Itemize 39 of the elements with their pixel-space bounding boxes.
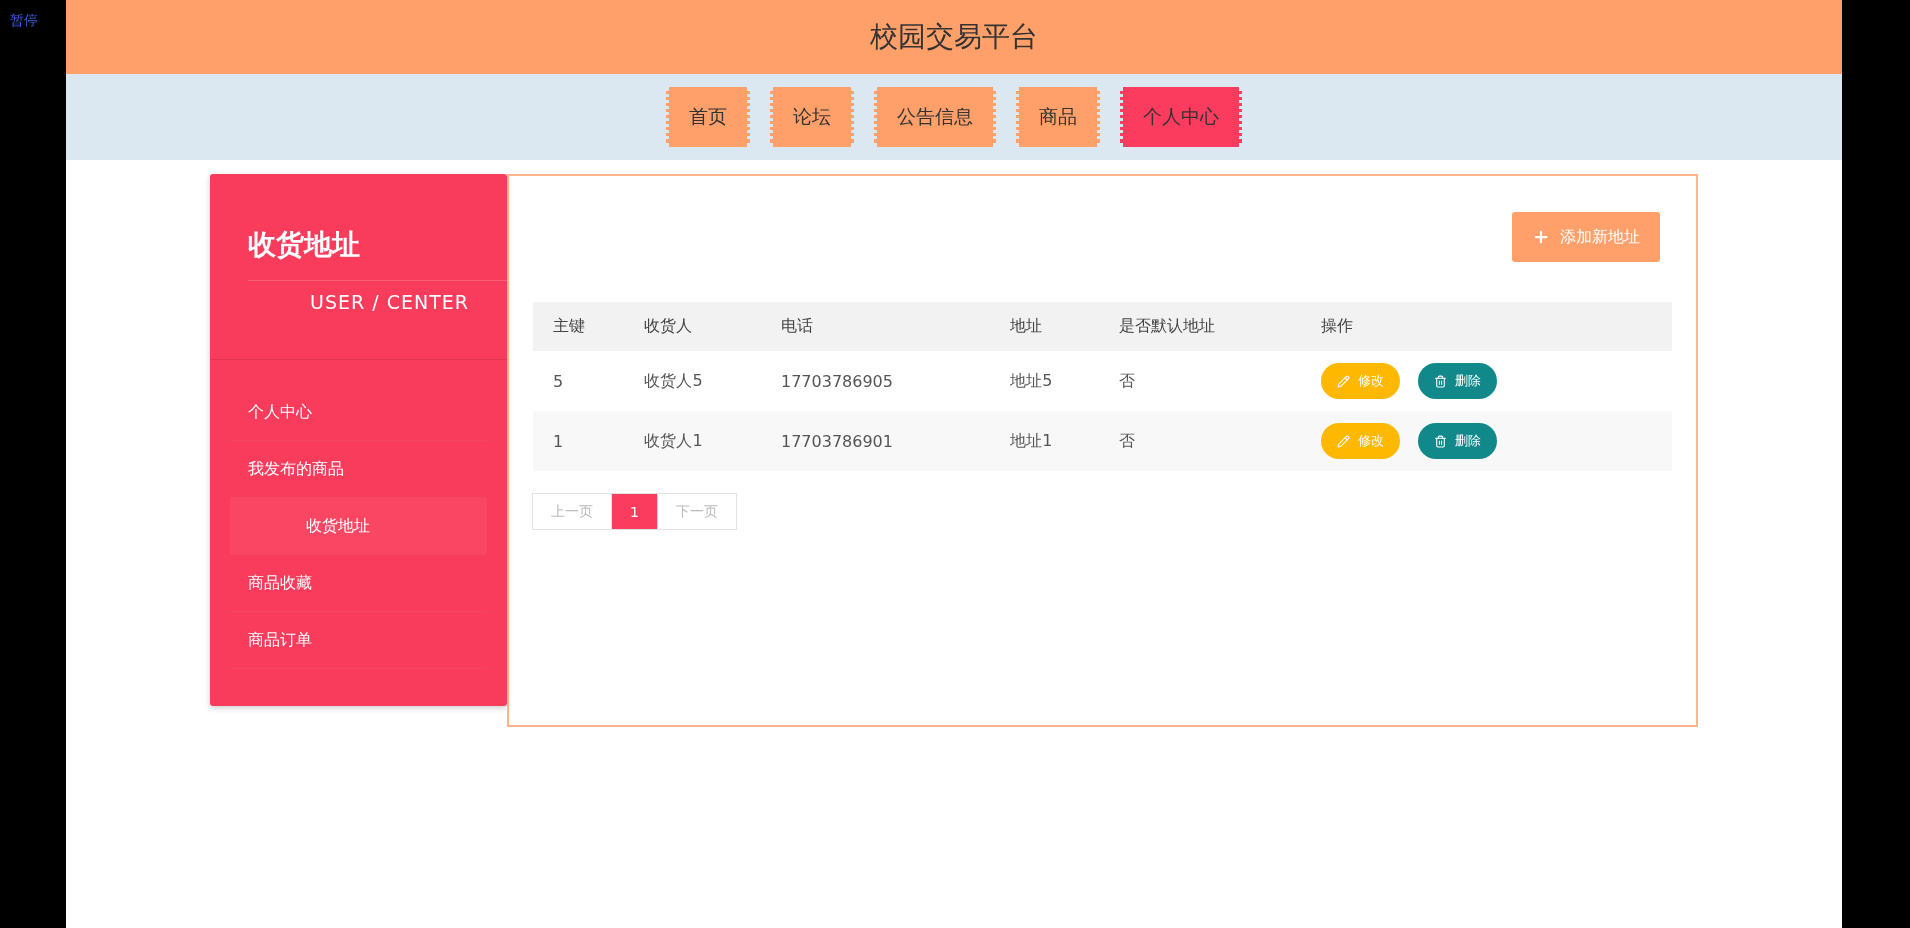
- sidebar-item[interactable]: 收货地址: [230, 498, 487, 555]
- table-cell: 收货人5: [624, 351, 761, 411]
- table-cell: 17703786905: [761, 351, 991, 411]
- table-cell: 地址1: [990, 411, 1100, 471]
- nav-tab[interactable]: 论坛: [770, 87, 854, 147]
- nav-tab[interactable]: 商品: [1016, 87, 1100, 147]
- trash-icon: [1434, 434, 1448, 448]
- column-header: 地址: [990, 302, 1100, 351]
- site-title: 校园交易平台: [870, 19, 1038, 55]
- table-cell: 地址5: [990, 351, 1100, 411]
- column-header: 电话: [761, 302, 991, 351]
- next-page-button[interactable]: 下一页: [656, 493, 737, 530]
- column-header: 是否默认地址: [1099, 302, 1302, 351]
- sidebar-title: 收货地址: [248, 226, 507, 281]
- sidebar-subtitle: USER / CENTER: [310, 291, 469, 313]
- sidebar-item[interactable]: 商品收藏: [230, 555, 487, 612]
- column-header: 操作: [1301, 302, 1672, 351]
- delete-button[interactable]: 删除: [1418, 423, 1498, 459]
- sidebar-item[interactable]: 个人中心: [230, 384, 487, 441]
- column-header: 收货人: [624, 302, 761, 351]
- table-cell: 1: [533, 411, 625, 471]
- table-cell: 5: [533, 351, 625, 411]
- column-header: 主键: [533, 302, 625, 351]
- pause-label: 暂停: [10, 12, 38, 28]
- table-cell: 否: [1099, 351, 1302, 411]
- plus-icon: [1532, 228, 1550, 246]
- table-cell: 收货人1: [624, 411, 761, 471]
- pencil-icon: [1337, 374, 1351, 388]
- nav-tab[interactable]: 个人中心: [1120, 87, 1242, 147]
- page-button[interactable]: 1: [611, 493, 658, 530]
- delete-button[interactable]: 删除: [1418, 363, 1498, 399]
- sidebar-item[interactable]: 商品订单: [230, 612, 487, 669]
- nav-tab[interactable]: 首页: [666, 87, 750, 147]
- table-cell: 17703786901: [761, 411, 991, 471]
- nav-tab[interactable]: 公告信息: [874, 87, 996, 147]
- table-cell: 否: [1099, 411, 1302, 471]
- pencil-icon: [1337, 434, 1351, 448]
- trash-icon: [1434, 374, 1448, 388]
- add-address-button[interactable]: 添加新地址: [1512, 212, 1660, 262]
